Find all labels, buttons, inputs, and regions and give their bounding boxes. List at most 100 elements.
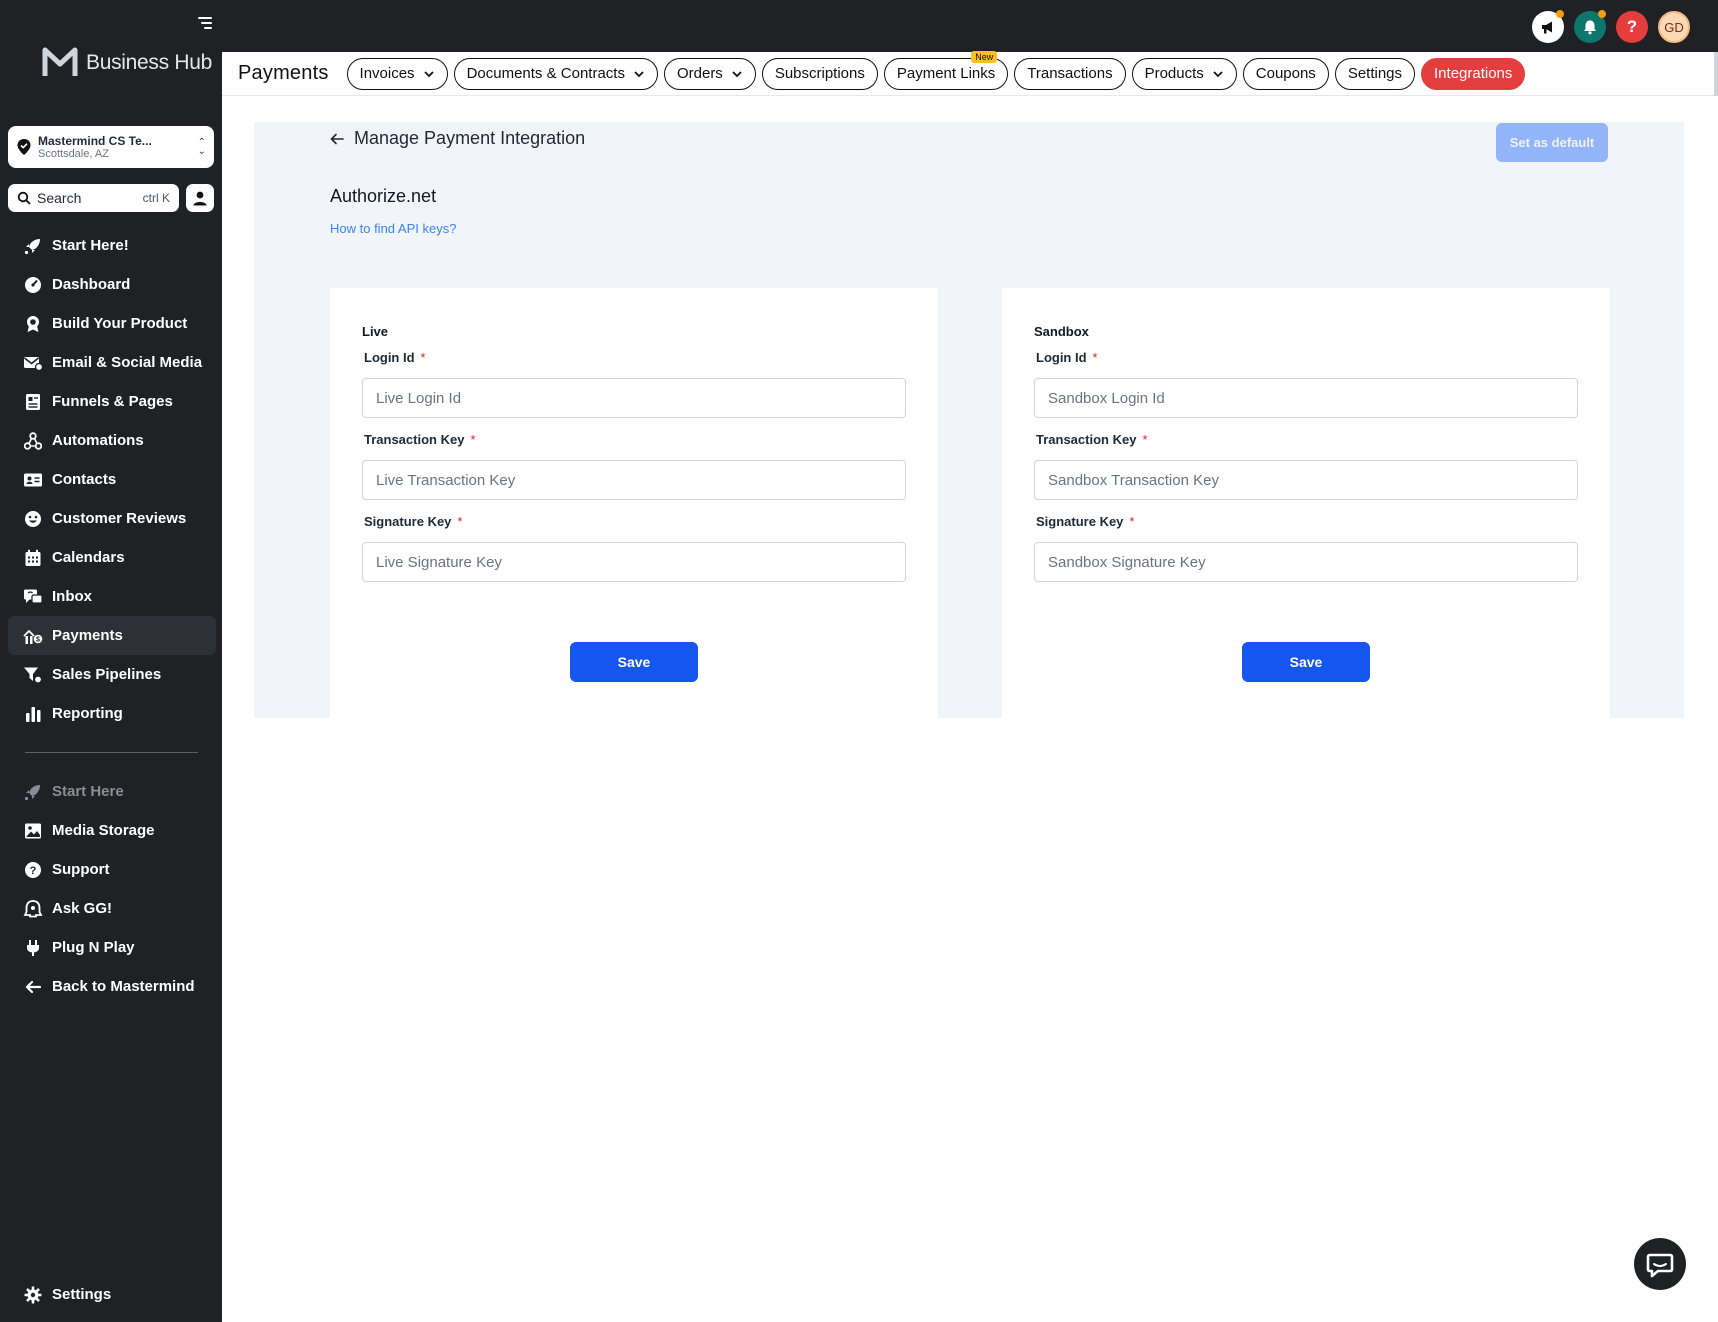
brand-name: Business Hub <box>86 50 212 74</box>
sidebar-item-label: Plug N Play <box>52 939 135 956</box>
sidebar-item-customer-reviews[interactable]: Customer Reviews <box>8 499 216 538</box>
payments-icon: $ <box>23 626 43 646</box>
help-button[interactable]: ? <box>1616 11 1648 43</box>
live-transaction-key-input[interactable] <box>362 460 906 500</box>
tab-products[interactable]: Products <box>1131 57 1237 90</box>
tab-payment-links[interactable]: Payment Links New <box>883 50 1009 90</box>
sidebar-item-dashboard[interactable]: Dashboard <box>8 265 216 304</box>
sidebar-item-label: Media Storage <box>52 822 155 839</box>
sidebar-item-support[interactable]: ? Support <box>8 850 216 889</box>
tab-documents-contracts[interactable]: Documents & Contracts <box>453 57 658 90</box>
live-save-button[interactable]: Save <box>570 642 698 682</box>
sidebar-item-label: Payments <box>52 627 123 644</box>
field-label: Login Id * <box>362 350 906 370</box>
sidebar-item-label: Contacts <box>52 471 117 488</box>
live-login-id-input[interactable] <box>362 378 906 418</box>
sidebar-item-settings[interactable]: Settings <box>8 1275 216 1314</box>
sidebar-item-ask-gg[interactable]: Ask GG! <box>8 889 216 928</box>
sidebar-item-email-social[interactable]: Email & Social Media <box>8 343 216 382</box>
notifications-button[interactable] <box>1574 10 1606 43</box>
sidebar-item-contacts[interactable]: Contacts <box>8 460 216 499</box>
sidebar-item-calendars[interactable]: Calendars <box>8 538 216 577</box>
chevron-down-icon <box>732 70 742 77</box>
funnel-icon <box>23 665 43 685</box>
tab-transactions[interactable]: Transactions <box>1014 57 1126 90</box>
sidebar-item-media-storage[interactable]: Media Storage <box>8 811 216 850</box>
label-text: Signature Key <box>1036 514 1124 529</box>
sidebar-item-label: Inbox <box>52 588 92 605</box>
collapse-menu-icon[interactable] <box>196 14 214 32</box>
sidebar-item-reporting[interactable]: Reporting <box>8 694 216 733</box>
location-switcher[interactable]: Mastermind CS Te... Scottsdale, AZ ⌃ ⌄ <box>8 126 214 168</box>
logo-mark-icon <box>42 47 78 76</box>
label-text: Transaction Key <box>1036 432 1137 447</box>
search-icon <box>17 191 31 205</box>
tab-settings[interactable]: Settings <box>1334 57 1416 90</box>
search-shortcut: ctrl K <box>142 191 170 205</box>
required-mark: * <box>420 350 426 365</box>
sidebar-item-label: Support <box>52 861 110 878</box>
workflow-icon <box>23 431 43 451</box>
tab-label: Payment Links <box>896 65 996 82</box>
sidebar-item-sales-pipelines[interactable]: Sales Pipelines <box>8 655 216 694</box>
sidebar-item-funnels-pages[interactable]: Funnels & Pages <box>8 382 216 421</box>
image-icon <box>23 821 43 841</box>
avatar[interactable]: GD <box>1658 11 1690 43</box>
contact-card-icon <box>23 470 43 490</box>
announcements-button[interactable] <box>1532 10 1564 43</box>
sidebar-item-plug-n-play[interactable]: Plug N Play <box>8 928 216 967</box>
chevron-down-icon <box>1213 70 1223 77</box>
tab-integrations[interactable]: Integrations <box>1421 57 1526 90</box>
sidebar-item-payments[interactable]: $ Payments <box>8 616 216 655</box>
chat-bubble-icon <box>1646 1253 1674 1278</box>
quick-contact-button[interactable] <box>186 184 214 212</box>
sandbox-signature-key-input[interactable] <box>1034 542 1578 582</box>
megaphone-icon <box>1542 21 1552 34</box>
required-mark: * <box>1092 350 1098 365</box>
gear-icon <box>23 1285 43 1305</box>
sidebar-item-label: Build Your Product <box>52 315 188 332</box>
sandbox-save-button[interactable]: Save <box>1242 642 1370 682</box>
brand-logo[interactable]: Business Hub <box>42 44 212 80</box>
sidebar-item-automations[interactable]: Automations <box>8 421 216 460</box>
assistant-icon <box>23 899 43 919</box>
payments-tab-bar: Payments Invoices Documents & Contracts … <box>222 50 1718 96</box>
bar-chart-icon <box>23 704 43 724</box>
api-keys-help-link[interactable]: How to find API keys? <box>330 221 456 236</box>
bell-icon <box>1584 20 1596 35</box>
top-bar: ? GD <box>222 0 1718 52</box>
chat-widget-button[interactable] <box>1634 1238 1686 1290</box>
tab-coupons[interactable]: Coupons <box>1242 57 1329 90</box>
question-icon: ? <box>1626 17 1638 36</box>
required-mark: * <box>1129 514 1135 529</box>
tab-subscriptions[interactable]: Subscriptions <box>761 57 878 90</box>
tab-orders[interactable]: Orders <box>663 57 756 90</box>
sidebar-item-back-to-mastermind[interactable]: Back to Mastermind <box>8 967 216 1006</box>
sidebar-item-start-here[interactable]: Start Here! <box>8 226 216 265</box>
chevron-updown-icon: ⌃ ⌄ <box>197 137 206 157</box>
live-signature-key-input[interactable] <box>362 542 906 582</box>
back-button[interactable]: Manage Payment Integration <box>330 128 585 149</box>
live-credentials-card: Live Login Id * Transaction Key * Signatur… <box>330 288 938 718</box>
sidebar-item-start-here-secondary[interactable]: Start Here <box>8 772 216 811</box>
scrollbar[interactable] <box>1714 52 1718 96</box>
search-input[interactable]: Search ctrl K <box>8 184 179 212</box>
sidebar-item-inbox[interactable]: Inbox <box>8 577 216 616</box>
tab-label: Subscriptions <box>774 65 865 82</box>
label-text: Signature Key <box>364 514 452 529</box>
rocket-icon <box>23 236 43 256</box>
sandbox-login-id-input[interactable] <box>1034 378 1578 418</box>
field-label: Login Id * <box>1034 350 1578 370</box>
field-label: Signature Key * <box>1034 514 1578 534</box>
set-as-default-button[interactable]: Set as default <box>1496 123 1608 162</box>
sandbox-transaction-key-input[interactable] <box>1034 460 1578 500</box>
search-label: Search <box>37 190 82 206</box>
svg-text:$: $ <box>36 636 40 643</box>
field-label: Transaction Key * <box>362 432 906 452</box>
chat-icon <box>23 587 43 607</box>
sidebar-item-build-your-product[interactable]: Build Your Product <box>8 304 216 343</box>
live-transaction-key-field: Transaction Key * <box>362 432 906 500</box>
tab-invoices[interactable]: Invoices <box>346 57 448 90</box>
required-mark: * <box>457 514 463 529</box>
smile-icon <box>23 509 43 529</box>
